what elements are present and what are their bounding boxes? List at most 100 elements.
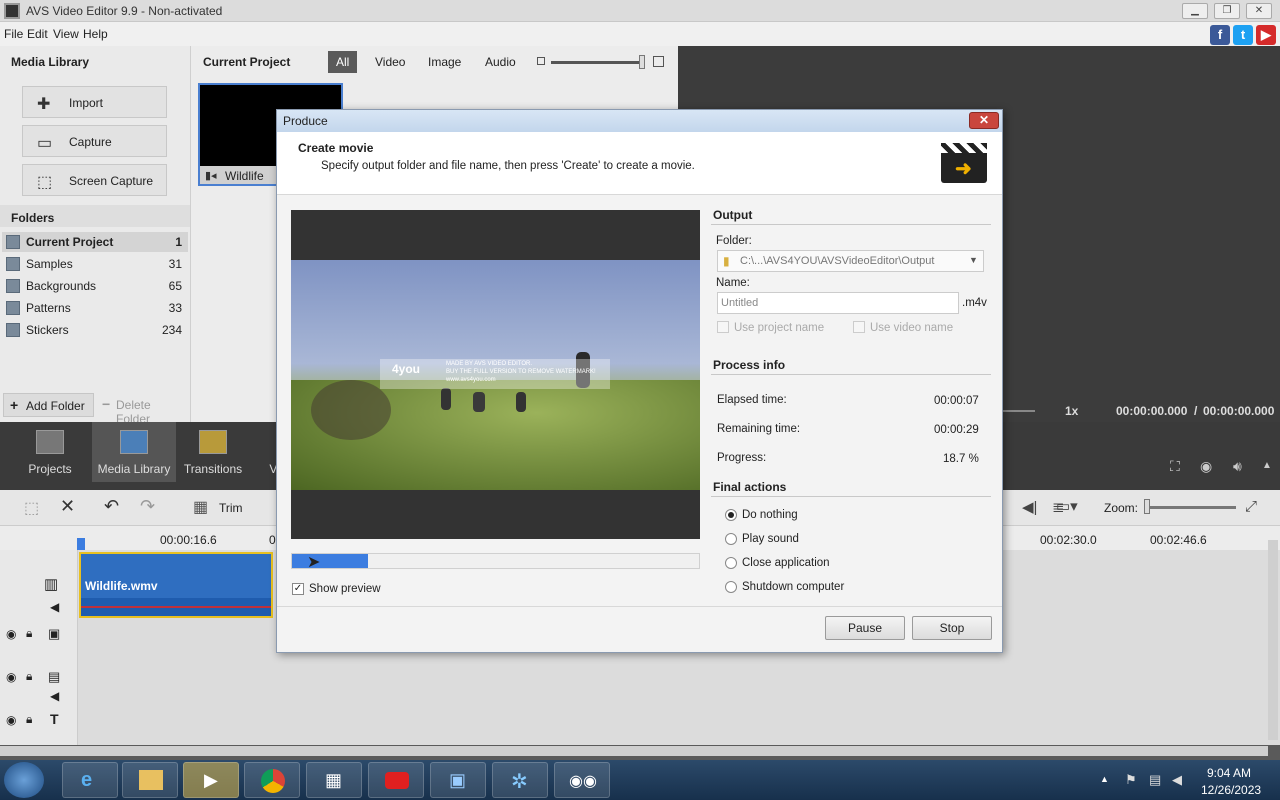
thumbnail-size-slider[interactable]: [551, 61, 645, 64]
slider-handle[interactable]: [639, 55, 645, 69]
radio-do-nothing[interactable]: [725, 509, 737, 521]
remaining-time-label: Remaining time:: [717, 423, 801, 435]
eyes-app-icon[interactable]: ◉◉: [554, 762, 610, 798]
folder-current-project[interactable]: Current Project 1: [2, 232, 188, 252]
capture-button[interactable]: ▭ Capture: [22, 125, 167, 157]
network-tray-icon[interactable]: ▤: [1149, 772, 1161, 788]
tab-image[interactable]: Image: [420, 51, 469, 73]
radio-close-application[interactable]: [725, 557, 737, 569]
use-project-name-checkbox[interactable]: [717, 321, 729, 333]
clock-time[interactable]: 9:04 AM: [1207, 766, 1251, 780]
fit-timeline-icon[interactable]: ⤢: [1245, 498, 1257, 515]
chrome-icon[interactable]: [244, 762, 300, 798]
trim-label[interactable]: Trim: [219, 501, 243, 515]
folder-name: Samples: [26, 257, 73, 271]
webcam-icon: ▭: [37, 135, 53, 152]
restore-button[interactable]: ❐: [1214, 3, 1240, 19]
tab-audio[interactable]: Audio: [477, 51, 524, 73]
minimize-button[interactable]: ▁: [1182, 3, 1208, 19]
large-size-icon: [653, 56, 664, 67]
zoom-slider-handle[interactable]: [1144, 499, 1150, 514]
tab-video[interactable]: Video: [367, 51, 413, 73]
delete-icon[interactable]: ✕: [60, 496, 75, 517]
minus-icon: −: [102, 396, 111, 412]
nav-media-library[interactable]: Media Library: [92, 422, 176, 482]
folder-samples[interactable]: Samples 31: [2, 254, 188, 274]
network-icon[interactable]: ▣: [430, 762, 486, 798]
folder-backgrounds[interactable]: Backgrounds 65: [2, 276, 188, 296]
twitter-icon[interactable]: t: [1233, 25, 1253, 45]
undo-icon[interactable]: ↶: [104, 496, 119, 517]
eye-icon[interactable]: ◉: [6, 713, 16, 727]
tray-expand-icon[interactable]: ▲: [1100, 774, 1109, 784]
eye-icon[interactable]: ◉: [6, 627, 16, 641]
lock-icon[interactable]: 🔒︎: [26, 712, 32, 727]
volume-icon[interactable]: 🔊︎: [1233, 458, 1242, 475]
action-center-icon[interactable]: ⚑: [1125, 772, 1137, 788]
media-player-icon[interactable]: ▶: [183, 762, 239, 798]
start-button[interactable]: [4, 762, 44, 798]
playhead[interactable]: [77, 538, 85, 550]
radio-play-sound[interactable]: [725, 533, 737, 545]
eye-icon[interactable]: ◉: [6, 670, 16, 684]
screen-icon: ⬚: [37, 174, 53, 191]
youtube-downloader-icon[interactable]: [368, 762, 424, 798]
folder-stickers[interactable]: Stickers 234: [2, 320, 188, 340]
screen-capture-label: Screen Capture: [69, 174, 154, 188]
name-input[interactable]: Untitled: [717, 292, 959, 314]
screen-capture-button[interactable]: ⬚ Screen Capture: [22, 164, 167, 196]
progress-fill: [292, 554, 368, 568]
snapshot-icon[interactable]: ◉: [1200, 458, 1212, 475]
internet-explorer-icon[interactable]: e: [62, 762, 118, 798]
horizontal-scrollbar[interactable]: [0, 746, 1268, 756]
app-icon-blue[interactable]: ✲: [492, 762, 548, 798]
trim-icon[interactable]: ▦: [193, 497, 208, 517]
zoom-label: Zoom:: [1104, 501, 1139, 515]
import-button[interactable]: ✚ Import: [22, 86, 167, 118]
show-preview-checkbox[interactable]: ✓: [292, 583, 304, 595]
lock-icon[interactable]: 🔒︎: [26, 669, 32, 684]
clock-date[interactable]: 12/26/2023: [1201, 783, 1261, 797]
facebook-icon[interactable]: f: [1210, 25, 1230, 45]
add-folder-button[interactable]: + Add Folder: [3, 393, 94, 417]
fullscreen-icon[interactable]: ⛶: [1170, 458, 1180, 475]
nav-projects[interactable]: Projects: [8, 422, 92, 482]
stop-button[interactable]: Stop: [912, 616, 992, 640]
menu-edit[interactable]: Edit: [27, 27, 48, 41]
volume-tray-icon[interactable]: ◀: [1172, 772, 1182, 788]
effects-track-icon: ▣: [48, 626, 61, 641]
delete-folder-button[interactable]: − Delete Folder: [98, 393, 186, 426]
tab-all[interactable]: All: [328, 51, 358, 73]
extension-label: .m4v: [962, 297, 987, 309]
menu-file[interactable]: File: [4, 27, 23, 41]
redo-icon[interactable]: ↷: [140, 496, 155, 517]
preview-frame: 4you MADE BY AVS VIDEO EDITOR. BUY THE F…: [291, 260, 700, 490]
speed-slider[interactable]: [1003, 410, 1035, 412]
storyboard-icon[interactable]: ⬚: [24, 498, 39, 518]
folder-patterns[interactable]: Patterns 33: [2, 298, 188, 318]
youtube-icon[interactable]: ▶: [1256, 25, 1276, 45]
menu-help[interactable]: Help: [83, 27, 108, 41]
display-icon[interactable]: ▭▾: [1056, 497, 1078, 515]
file-explorer-icon[interactable]: [122, 762, 178, 798]
audio-mixer-icon[interactable]: ◀|: [1022, 498, 1037, 516]
video-editor-icon[interactable]: ▦: [306, 762, 362, 798]
use-video-name-checkbox[interactable]: [853, 321, 865, 333]
speed-label: 1x: [1065, 404, 1079, 418]
produce-progress-bar: [291, 553, 700, 569]
progress-value: 18.7 %: [943, 453, 979, 465]
close-button[interactable]: ✕: [1246, 3, 1272, 19]
lock-icon[interactable]: 🔒︎: [26, 626, 32, 641]
volume-up-icon[interactable]: ▲: [1262, 460, 1272, 471]
menu-view[interactable]: View: [53, 27, 79, 41]
timeline-clip[interactable]: Wildlife.wmv: [79, 552, 273, 618]
vertical-scrollbar[interactable]: [1268, 540, 1278, 740]
radio-shutdown-computer[interactable]: [725, 581, 737, 593]
zoom-slider[interactable]: [1146, 506, 1236, 509]
folder-dropdown[interactable]: ▮ C:\...\AVS4YOU\AVSVideoEditor\Output ▼: [717, 250, 984, 272]
nav-video-effects[interactable]: Vid: [240, 422, 276, 482]
folder-count: 234: [161, 323, 182, 337]
current-time: 00:00:00.000: [1116, 404, 1188, 418]
dialog-close-button[interactable]: ✕: [969, 112, 999, 129]
pause-button[interactable]: Pause: [825, 616, 905, 640]
